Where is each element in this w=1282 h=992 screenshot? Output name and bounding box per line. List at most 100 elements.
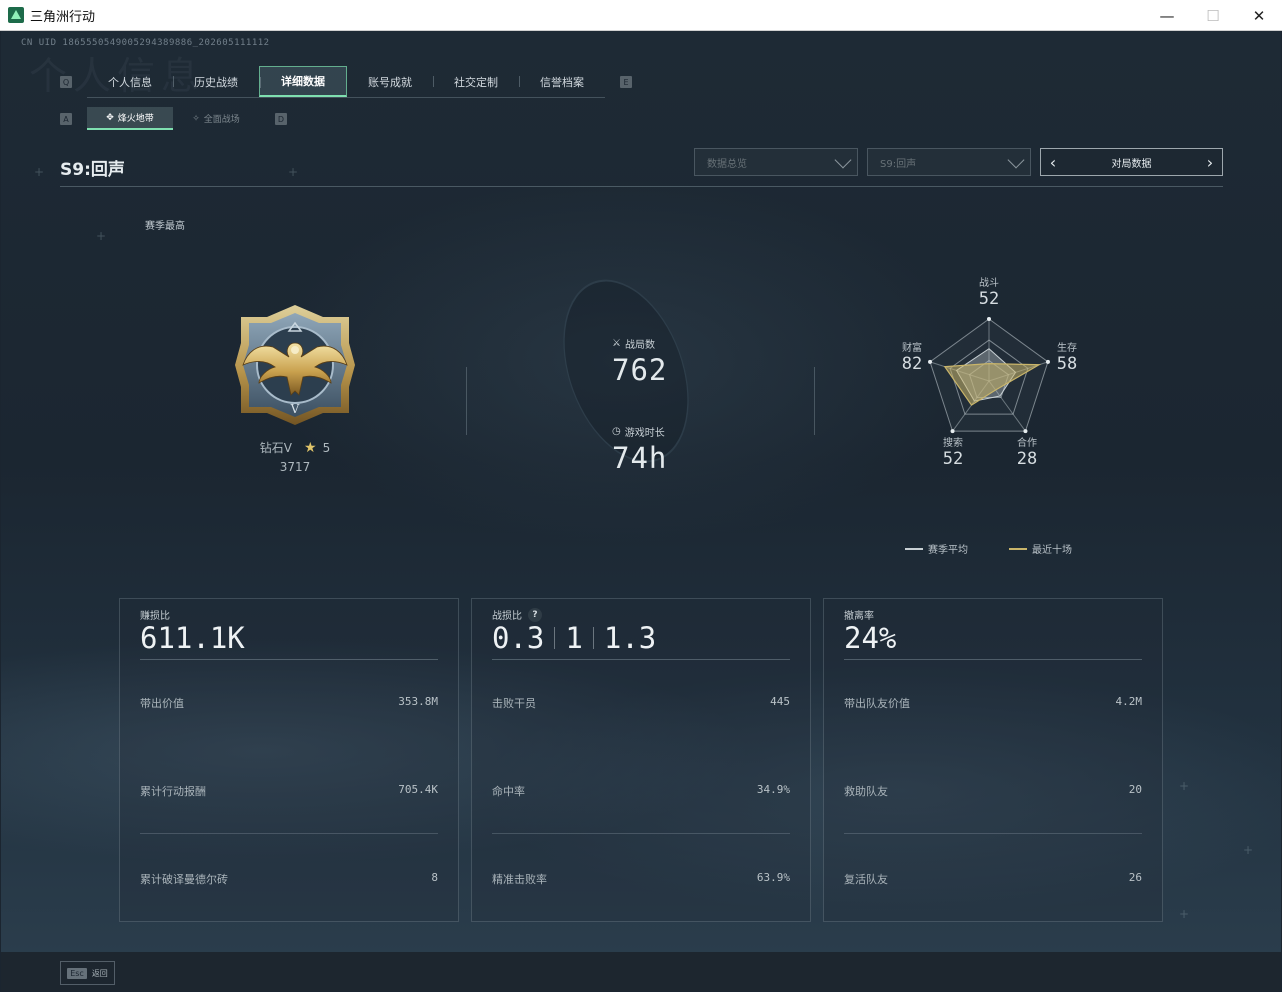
matches-value: 762: [612, 353, 668, 387]
radar-axis-combat: 战斗 52: [978, 278, 1000, 309]
decor-cross-icon: +: [1179, 907, 1190, 921]
radar-vertex-dot: [987, 317, 991, 321]
legend-swatch: [1009, 547, 1027, 550]
card-title: 赚损比: [140, 611, 170, 622]
key-hint-q: Q: [60, 76, 72, 88]
key-hint-d: D: [275, 113, 287, 125]
rank-tier-line: 钻石V ★ 5: [201, 439, 389, 456]
card-big-value: 0.3 1 1.3: [492, 621, 657, 655]
window-title: 三角洲行动: [30, 9, 96, 25]
mode-tab-bar: ✥ 烽火地带 ✧ 全面战场: [87, 107, 259, 130]
help-icon[interactable]: ?: [528, 607, 542, 622]
radar-axis-search: 搜索 52: [942, 438, 964, 469]
season-high-label: 赛季最高: [145, 221, 185, 232]
card-row: 救助队友 20: [844, 783, 1142, 798]
card-row: 累计破译曼德尔砖 8: [140, 871, 438, 886]
crossed-swords-icon: ⚔: [612, 338, 621, 349]
esc-key-hint: Esc: [67, 967, 87, 979]
pager-label: 对局数据: [1111, 158, 1152, 170]
card-divider: [140, 659, 438, 660]
chevron-down-icon: [834, 151, 852, 169]
subtab-label: 烽火地带: [117, 114, 154, 124]
card-divider: [492, 833, 790, 834]
section-divider: [466, 367, 467, 435]
clock-icon: ◷: [612, 426, 621, 437]
back-label: 返回: [91, 968, 108, 978]
decor-cross-icon: +: [34, 165, 45, 179]
window-controls: — ☐ ✕: [1144, 0, 1282, 31]
tab-reputation[interactable]: 信誉档案: [519, 66, 605, 97]
chevron-down-icon: [1007, 151, 1025, 169]
legend-label: 赛季平均: [928, 545, 968, 556]
maximize-button[interactable]: ☐: [1190, 0, 1236, 31]
card-title: 战损比 ?: [492, 607, 542, 622]
next-arrow-icon[interactable]: ›: [1198, 149, 1222, 175]
close-button[interactable]: ✕: [1236, 0, 1282, 31]
card-row: 复活队友 26: [844, 871, 1142, 886]
data-type-dropdown[interactable]: 数据总览: [694, 148, 858, 176]
back-button[interactable]: Esc 返回: [60, 961, 115, 985]
prev-arrow-icon[interactable]: ‹: [1041, 149, 1065, 175]
radar-vertex-dot: [950, 429, 955, 434]
card-title: 撤离率: [844, 611, 874, 622]
playtime-label: 游戏时长: [624, 428, 665, 439]
subtab-label: 全面战场: [203, 115, 240, 125]
card-row: 带出队友价值 4.2M: [844, 695, 1142, 710]
legend-recent-ten: 最近十场: [1009, 541, 1072, 556]
card-divider: [140, 833, 438, 834]
rank-tier: 钻石V: [259, 441, 292, 455]
ability-radar: 战斗 52 生存 58 合作 28 搜索 52 财富 82: [891, 271, 1091, 481]
playtime-stat: ◷ 游戏时长 74h: [612, 424, 667, 475]
section-divider: [814, 367, 815, 435]
footer-bar: Esc 返回: [1, 952, 1281, 991]
data-pager: ‹ 对局数据 ›: [1040, 148, 1223, 176]
game-profile-screen: + + + + + + 个人信息 CN UID 1865550549005294…: [1, 31, 1281, 991]
season-dropdown[interactable]: S9:回声: [867, 148, 1031, 176]
rank-stars: 5: [322, 440, 331, 455]
kd-card: 战损比 ? 0.3 1 1.3 击败干员 445 命中率 34.9% 精准击败率 63…: [471, 598, 811, 922]
card-divider: [492, 659, 790, 660]
card-big-value: 611.1K: [140, 621, 245, 655]
card-row: 累计行动报酬 705.4K: [140, 783, 438, 798]
legend-swatch: [905, 547, 923, 550]
tab-history[interactable]: 历史战绩: [173, 66, 259, 97]
subtab-warfare[interactable]: ✧ 全面战场: [173, 107, 259, 130]
profit-card: 赚损比 611.1K 带出价值 353.8M 累计行动报酬 705.4K 累计破译曼…: [119, 598, 459, 922]
key-hint-e: E: [620, 76, 632, 88]
extraction-card: 撤离率 24% 带出队友价值 4.2M 救助队友 20 复活队友 26: [823, 598, 1163, 922]
radar-axis-survival: 生存 58: [1056, 343, 1078, 374]
tab-social[interactable]: 社交定制: [433, 66, 519, 97]
matches-label: 战局数: [624, 340, 655, 351]
decor-cross-icon: +: [288, 165, 299, 179]
decor-cross-icon: +: [96, 229, 107, 243]
decor-cross-icon: +: [1179, 779, 1190, 793]
window-titlebar: 三角洲行动 — ☐ ✕: [0, 0, 1282, 31]
star-icon: ★: [304, 439, 317, 456]
legend-label: 最近十场: [1032, 545, 1072, 556]
tab-detailed-data[interactable]: 详细数据: [259, 66, 347, 97]
key-hint-a: A: [60, 113, 72, 125]
decor-cross-icon: +: [1243, 843, 1254, 857]
card-divider: [844, 659, 1142, 660]
subtab-extraction[interactable]: ✥ 烽火地带: [87, 107, 173, 130]
card-divider: [844, 833, 1142, 834]
radar-axis-wealth: 财富 82: [901, 343, 923, 374]
tab-achievements[interactable]: 账号成就: [347, 66, 433, 97]
card-row: 命中率 34.9%: [492, 783, 790, 798]
legend-season-average: 赛季平均: [905, 541, 968, 556]
matches-stat: ⚔ 战局数 762: [612, 336, 667, 387]
season-title: S9:回声: [60, 160, 125, 180]
main-tab-bar: 个人信息 历史战绩 详细数据 账号成就 社交定制 信誉档案: [87, 66, 605, 98]
tab-personal-info[interactable]: 个人信息: [87, 66, 173, 97]
card-row: 击败干员 445: [492, 695, 790, 710]
dropdown-value: S9:回声: [880, 158, 917, 170]
dropdown-value: 数据总览: [707, 158, 747, 170]
extraction-mode-icon: ✥: [106, 112, 114, 123]
radar-vertex-dot: [1023, 429, 1028, 434]
warfare-mode-icon: ✧: [192, 113, 200, 124]
playtime-value: 74h: [612, 441, 668, 475]
card-row: 精准击败率 63.9%: [492, 871, 790, 886]
rank-score: 3717: [279, 460, 311, 474]
minimize-button[interactable]: —: [1144, 0, 1190, 31]
player-uid: CN UID 1865550549005294389886_2026051111…: [21, 38, 270, 48]
